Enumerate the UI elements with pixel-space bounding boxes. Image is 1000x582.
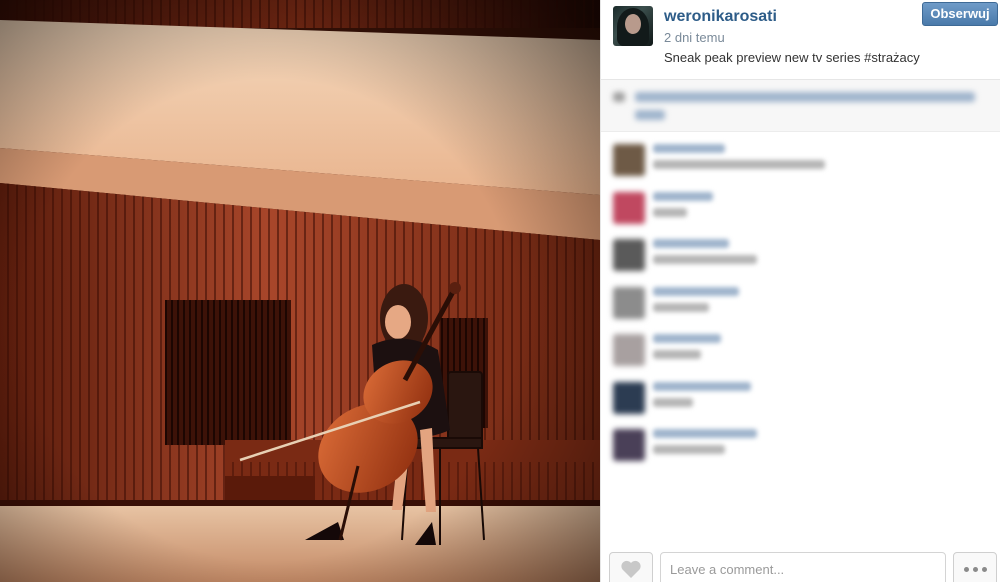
comment-author-blurred[interactable] — [653, 286, 739, 296]
more-options-button[interactable] — [953, 552, 997, 582]
comments-list — [601, 136, 1000, 544]
ellipsis-icon — [963, 566, 969, 572]
likes-names-blurred — [635, 92, 975, 102]
likes-summary-blurred — [601, 80, 1000, 132]
ellipsis-icon — [972, 566, 978, 572]
comment-text-blurred — [653, 350, 701, 359]
cellist-photo — [0, 0, 600, 582]
comment-text-blurred — [653, 207, 687, 217]
likes-names-blurred-2 — [635, 110, 665, 120]
comment-text-blurred — [653, 160, 825, 169]
heart-icon — [621, 560, 641, 578]
username-link[interactable]: weronikarosati — [664, 8, 777, 26]
comment-item — [601, 279, 1000, 325]
comment-item — [601, 326, 1000, 372]
post-caption: Sneak peak preview new tv series #straża… — [664, 50, 920, 65]
comment-item — [601, 421, 1000, 467]
comment-text-blurred — [653, 397, 693, 407]
comment-item — [601, 231, 1000, 277]
comment-item — [601, 374, 1000, 420]
comment-text-blurred — [653, 302, 709, 312]
comment-author-blurred[interactable] — [653, 239, 729, 248]
like-button[interactable] — [609, 552, 653, 582]
likes-icon-blurred — [613, 92, 625, 102]
post-photo — [0, 0, 600, 582]
post-header: weronikarosati 2 dni temu Sneak peak pre… — [601, 0, 1000, 80]
comment-text-blurred — [653, 445, 725, 454]
comment-text-blurred — [653, 255, 757, 264]
comment-avatar-blurred[interactable] — [613, 239, 645, 271]
comment-input[interactable] — [660, 552, 946, 582]
comment-item — [601, 136, 1000, 182]
comment-author-blurred[interactable] — [653, 334, 721, 343]
comment-footer — [601, 544, 1000, 582]
comment-avatar-blurred[interactable] — [613, 381, 645, 414]
comment-avatar-blurred[interactable] — [613, 286, 645, 319]
user-avatar[interactable] — [613, 6, 653, 46]
comment-author-blurred[interactable] — [653, 429, 757, 438]
follow-button[interactable]: Obserwuj — [922, 2, 998, 26]
ellipsis-icon — [981, 566, 987, 572]
comment-author-blurred[interactable] — [653, 381, 751, 391]
avatar-face — [625, 14, 641, 34]
comment-avatar-blurred[interactable] — [613, 144, 645, 176]
comment-avatar-blurred[interactable] — [613, 334, 645, 366]
comment-avatar-blurred[interactable] — [613, 429, 645, 461]
comment-item — [601, 184, 1000, 230]
comment-avatar-blurred[interactable] — [613, 191, 645, 224]
comment-author-blurred[interactable] — [653, 191, 713, 201]
comment-author-blurred[interactable] — [653, 144, 725, 153]
post-timestamp[interactable]: 2 dni temu — [664, 30, 725, 45]
post-side-panel: weronikarosati 2 dni temu Sneak peak pre… — [600, 0, 1000, 582]
